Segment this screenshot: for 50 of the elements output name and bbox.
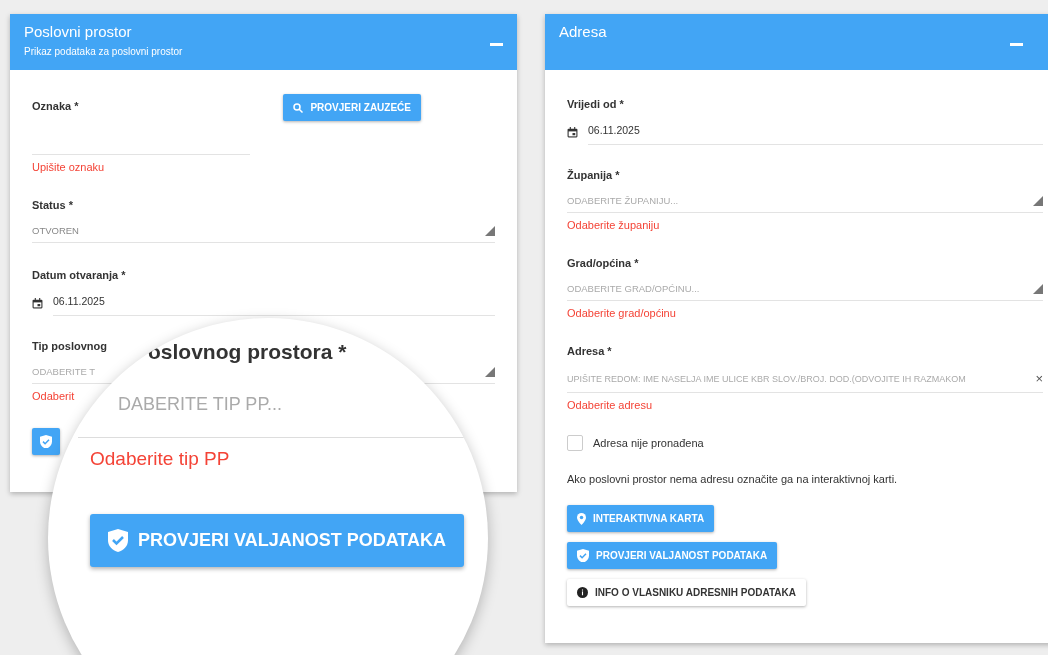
checkbox-label: Adresa nije pronađena xyxy=(593,437,704,449)
select-field[interactable]: ODABERITE ŽUPANIJU... xyxy=(567,195,679,206)
select-field: DABERITE TIP PP... xyxy=(118,394,283,415)
select-field[interactable]: ODABERITE T xyxy=(32,366,96,377)
error-message: Odaberite grad/općinu xyxy=(567,307,676,319)
dropdown-triangle-icon xyxy=(485,366,495,377)
validate-button[interactable]: PROVJERI VALJANOST PODATAKA xyxy=(90,514,465,567)
dropdown-triangle-icon xyxy=(1033,283,1043,294)
search-icon xyxy=(293,102,304,113)
error-message: Upišite oznaku xyxy=(32,161,105,173)
field-label: Adresa * xyxy=(567,345,612,357)
check-button[interactable]: PROVJERI ZAUZEĆE xyxy=(283,94,421,121)
error-message: Odaberite adresu xyxy=(567,399,652,411)
info-button[interactable]: INFO O VLASNIKU ADRESNIH PODATAKA xyxy=(567,579,806,606)
dropdown-triangle-icon xyxy=(1033,195,1043,206)
checkbox[interactable] xyxy=(567,435,583,451)
field-label: Status * xyxy=(32,199,73,211)
field-label: Tip poslovnog xyxy=(32,340,107,352)
calendar-icon xyxy=(567,127,578,138)
panel-title: Adresa xyxy=(559,23,607,40)
hint-text: Ako poslovni prostor nema adresu označite ga na interaktivnoj karti. xyxy=(567,473,899,485)
field-label: Grad/općina * xyxy=(567,257,639,269)
shield-check-icon xyxy=(108,529,128,552)
validate-button[interactable] xyxy=(32,428,60,455)
field-label: Vrijedi od * xyxy=(567,98,624,110)
panel-title: Poslovni prostor xyxy=(24,23,133,40)
map-button[interactable]: INTERAKTIVNA KARTA xyxy=(567,505,715,532)
shield-check-icon xyxy=(40,434,52,449)
date-field[interactable]: 06.11.2025 xyxy=(588,120,1043,145)
field-label: oslovnog prostora * xyxy=(148,340,347,364)
clear-button[interactable]: × xyxy=(1035,371,1043,386)
shield-check-icon xyxy=(577,548,589,563)
info-icon xyxy=(577,587,588,598)
select-field[interactable]: OTVOREN xyxy=(32,225,79,236)
error-message: Odaberit xyxy=(32,390,75,402)
field-label: Oznaka * xyxy=(32,100,79,112)
panel-subtitle: Prikaz podataka za poslovni prostor xyxy=(24,46,183,57)
date-field[interactable]: 06.11.2025 xyxy=(53,291,495,316)
collapse-icon[interactable] xyxy=(1010,43,1023,46)
field-label: Datum otvaranja * xyxy=(32,269,126,281)
calendar-icon xyxy=(32,298,43,309)
collapse-icon[interactable] xyxy=(490,43,503,46)
address-field[interactable]: UPIŠITE REDOM: IME NASELJA IME ULICE KBR SLOV./BROJ. DOD.(ODVOJITE IH RAZMAKOM × xyxy=(567,357,1043,393)
dropdown-triangle-icon xyxy=(485,225,495,236)
select-field[interactable]: ODABERITE GRAD/OPĆINU... xyxy=(567,283,700,294)
error-message: Odaberite tip PP xyxy=(90,448,230,470)
field-label: Županija * xyxy=(567,169,620,181)
map-pin-icon xyxy=(577,512,586,525)
error-message: Odaberite županiju xyxy=(567,219,660,231)
validate-button[interactable]: PROVJERI VALJANOST PODATAKA xyxy=(567,542,778,569)
